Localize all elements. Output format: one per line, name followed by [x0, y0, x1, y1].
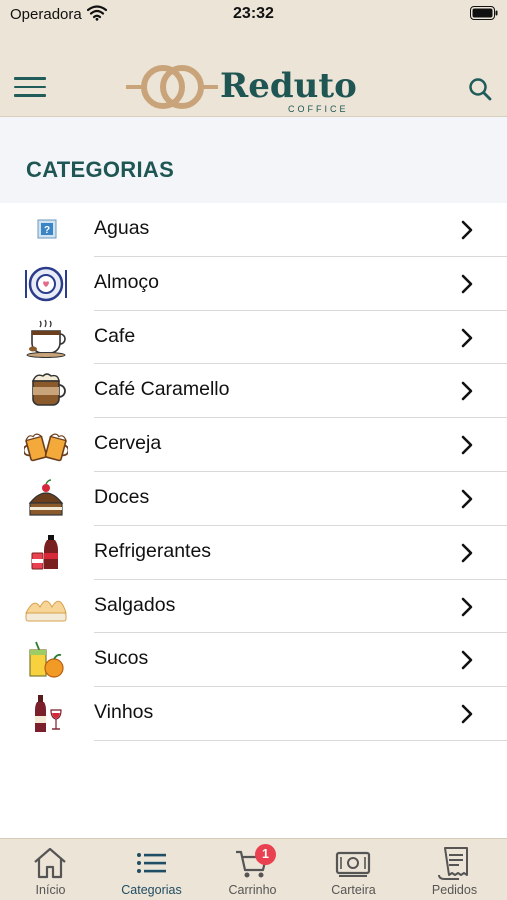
status-time: 23:32 [233, 5, 274, 22]
chevron-right-icon [461, 597, 473, 616]
tab-label: Carrinho [228, 883, 277, 897]
app-header: Operadora 23:32 Reduto COFFICE [0, 0, 507, 117]
tab-label: Pedidos [431, 883, 478, 897]
chevron-right-icon [461, 382, 473, 401]
wine-icon [35, 695, 62, 733]
chevron-right-icon [461, 543, 473, 563]
plate-icon [25, 266, 67, 302]
tab-label: Categorias [121, 883, 182, 897]
juice-icon [29, 642, 64, 678]
category-row-cerveja[interactable]: Cerveja [0, 418, 507, 472]
battery-icon [470, 6, 498, 20]
tab-label: Carteira [331, 883, 376, 897]
wallet-icon [335, 851, 371, 877]
pastries-icon [25, 600, 67, 622]
category-row-sucos[interactable]: Sucos [0, 633, 507, 688]
category-row-vinhos[interactable]: Vinhos [0, 687, 507, 741]
nav-bar: Reduto COFFICE [0, 55, 507, 117]
chevron-right-icon [461, 274, 473, 294]
water-placeholder-icon: ? [37, 219, 57, 239]
category-list: ? Aguas Almoço Cafe Café Caramello Cerve… [0, 203, 507, 741]
tab-carrinho[interactable]: 1 Carrinho [202, 839, 303, 900]
chevron-right-icon [461, 489, 473, 509]
chevron-right-icon [461, 328, 473, 347]
category-label: Sucos [94, 647, 149, 670]
category-label: Vinhos [94, 701, 154, 724]
chevron-right-icon [461, 651, 473, 670]
category-label: Salgados [94, 593, 176, 616]
category-label: Doces [94, 485, 150, 508]
category-row-refrigerantes[interactable]: Refrigerantes [0, 526, 507, 580]
category-label: Refrigerantes [94, 539, 212, 562]
tab-carteira[interactable]: Carteira [303, 839, 404, 900]
reduto-logo: Reduto COFFICE [126, 65, 357, 114]
category-row-salgados[interactable]: Salgados [0, 580, 507, 634]
tab-label: Início [35, 883, 66, 897]
search-icon[interactable] [467, 76, 493, 102]
category-label: Cerveja [94, 432, 162, 455]
row-divider [94, 739, 507, 741]
category-label: Almoço [94, 270, 160, 293]
category-row-cafe-caramello[interactable]: Café Caramello [0, 364, 507, 419]
coffee-cup-icon [26, 319, 66, 358]
svg-text:COFFICE: COFFICE [288, 104, 349, 114]
chevron-right-icon [461, 704, 473, 724]
tab-bar: Início Categorias 1 Carrinho Carteira Pe… [0, 838, 507, 900]
tab-pedidos[interactable]: Pedidos [404, 839, 505, 900]
tab-categorias[interactable]: Categorias [101, 839, 202, 900]
chevron-right-icon [461, 220, 473, 240]
svg-text:Reduto: Reduto [220, 66, 357, 106]
soda-icon [31, 534, 58, 570]
page-title: CATEGORIAS [26, 157, 175, 182]
category-row-doces[interactable]: Doces [0, 472, 507, 526]
hamburger-menu-icon[interactable] [14, 77, 46, 99]
home-icon [34, 847, 66, 879]
section-header: CATEGORIAS [0, 117, 507, 203]
status-bar: Operadora 23:32 [0, 0, 507, 30]
category-row-aguas[interactable]: ? Aguas [0, 203, 507, 257]
caramel-coffee-icon [31, 373, 66, 407]
cake-icon [28, 479, 64, 516]
receipt-icon [438, 847, 468, 880]
tab-inicio[interactable]: Início [0, 839, 101, 900]
category-label: Café Caramello [94, 378, 230, 401]
category-row-almoco[interactable]: Almoço [0, 257, 507, 311]
list-icon [137, 853, 166, 873]
cart-badge: 1 [255, 844, 276, 865]
category-label: Aguas [94, 217, 150, 239]
beer-mugs-icon [24, 433, 68, 462]
category-row-cafe[interactable]: Cafe [0, 311, 507, 365]
chevron-right-icon [461, 435, 473, 455]
category-label: Cafe [94, 324, 136, 347]
svg-text:?: ? [44, 225, 50, 236]
